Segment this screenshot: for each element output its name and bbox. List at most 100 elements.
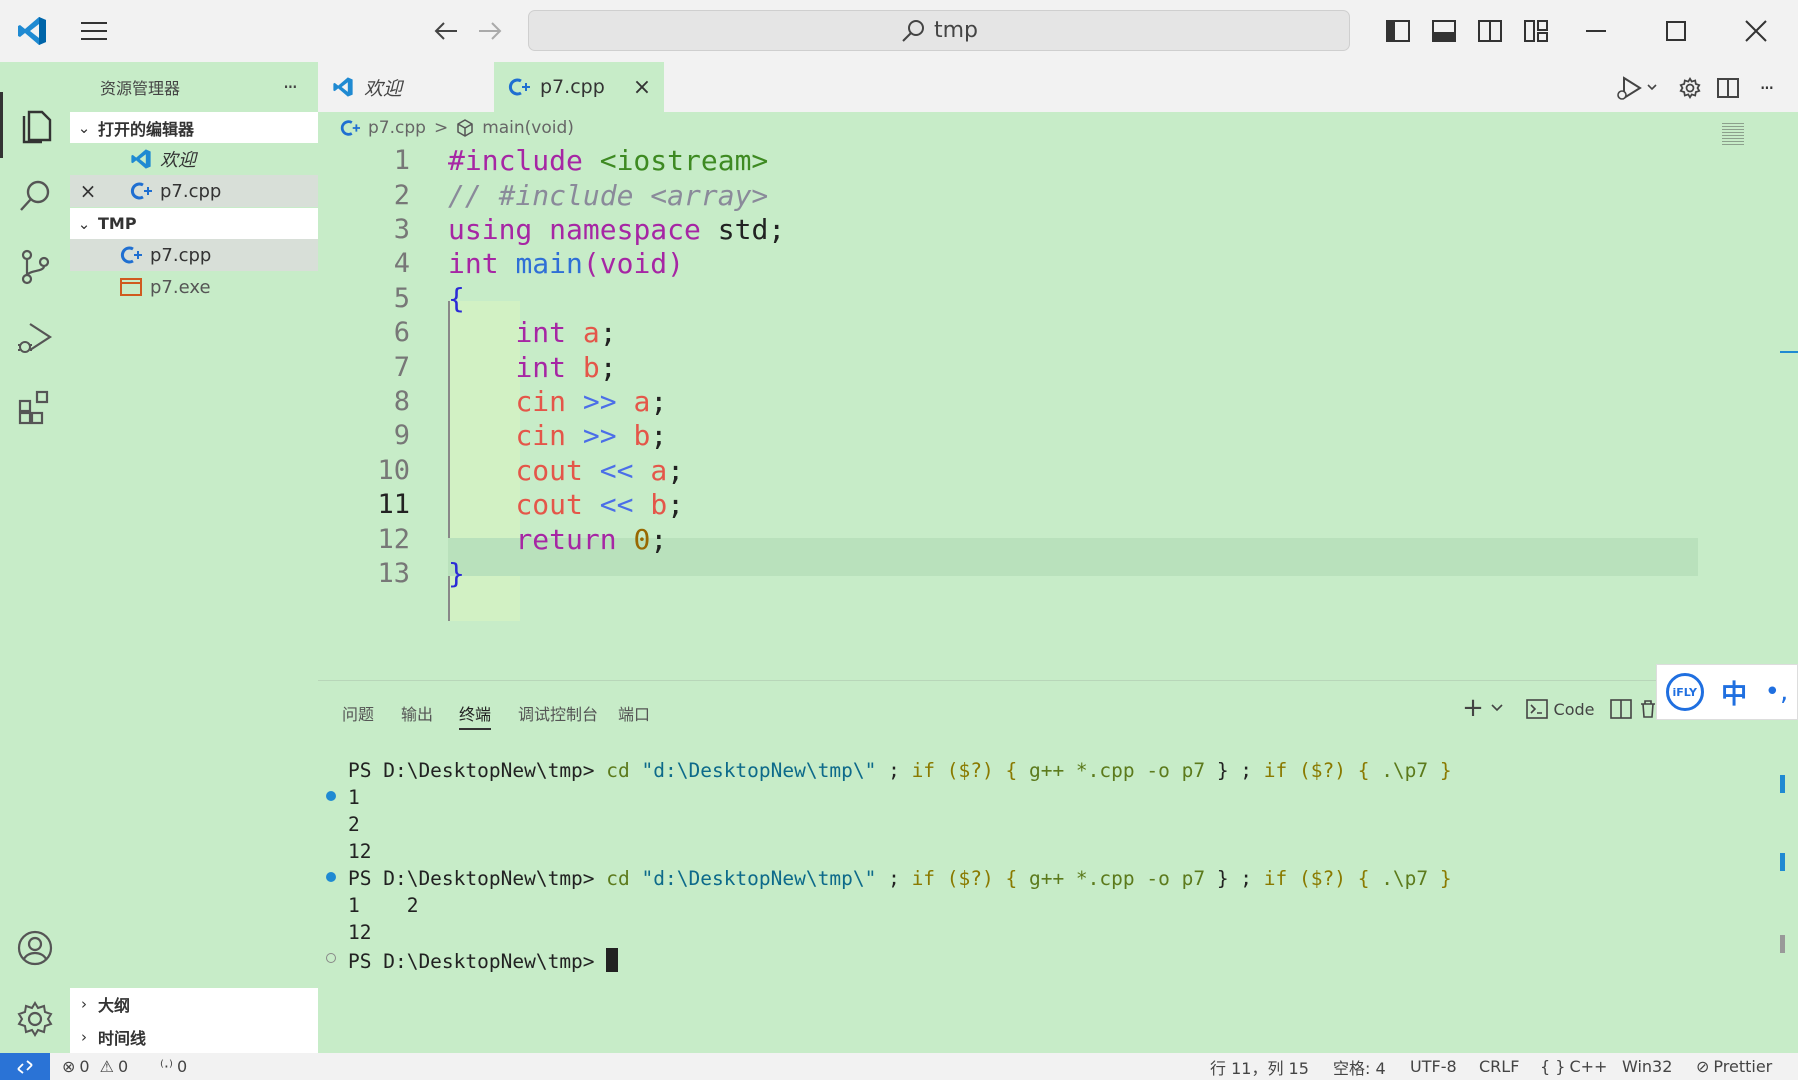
explorer-icon[interactable]	[0, 92, 70, 158]
end-of-line[interactable]: CRLF	[1479, 1053, 1519, 1080]
open-editors-header[interactable]: ⌄ 打开的编辑器	[70, 112, 318, 143]
tab-label: 欢迎	[364, 77, 403, 100]
cursor-position[interactable]: 行 11，列 15	[1210, 1053, 1309, 1080]
punctuation-icon[interactable]: •,	[1765, 677, 1789, 707]
code-text: cin >> a;	[515, 385, 668, 419]
line-number: 8	[393, 386, 410, 418]
open-editor-label: 欢迎	[160, 150, 196, 171]
error-icon: ⊗	[62, 1057, 76, 1076]
folder-tmp-header[interactable]: ⌄ TMP	[70, 208, 318, 239]
run-code-dropdown-icon[interactable]	[1614, 74, 1662, 102]
code-text: int a;	[515, 316, 617, 350]
chevron-down-icon: ⌄	[77, 118, 91, 137]
prettier-status[interactable]: ⊘ Prettier	[1696, 1053, 1772, 1080]
file-p7cpp[interactable]: p7.cpp	[70, 239, 318, 271]
panel-tab[interactable]: 调试控制台	[518, 701, 598, 725]
minimize-icon[interactable]	[1578, 16, 1614, 46]
open-editor-p7cpp[interactable]: × p7.cpp	[70, 175, 318, 207]
ime-toolbar[interactable]: iFLY 中 •,	[1656, 664, 1798, 720]
problems-status[interactable]: ⊗ 0 ⚠ 0	[62, 1053, 128, 1080]
panel-tab[interactable]: 终端	[459, 701, 492, 730]
command-decoration-icon[interactable]	[326, 791, 336, 801]
symbol-method-icon	[457, 119, 473, 137]
code-text: return 0;	[515, 522, 668, 556]
terminal-output: 12	[348, 840, 372, 863]
line-number: 6	[393, 317, 410, 349]
back-arrow-icon[interactable]	[428, 16, 464, 46]
plus-icon: +	[1462, 693, 1484, 723]
split-terminal-icon[interactable]	[1606, 695, 1636, 723]
terminal-prompt-line[interactable]: PS D:\DesktopNew\tmp>	[348, 948, 619, 973]
tab-welcome[interactable]: 欢迎	[332, 62, 492, 112]
code-text: cout << b;	[515, 488, 685, 522]
command-decoration-icon[interactable]	[326, 872, 336, 882]
extensions-icon[interactable]	[0, 374, 70, 440]
chevron-right-icon: ›	[81, 1027, 87, 1046]
close-tab-icon[interactable]: ×	[633, 75, 651, 100]
terminal-scroll-marker	[1780, 935, 1785, 953]
search-icon[interactable]	[0, 163, 70, 229]
customize-layout-icon[interactable]	[1520, 16, 1552, 46]
cpp-file-icon	[120, 246, 142, 264]
cpp-file-icon	[340, 120, 360, 136]
breadcrumb-file[interactable]: p7.cpp	[368, 118, 426, 138]
forward-arrow-icon[interactable]	[472, 16, 508, 46]
ports-status[interactable]: ⁽·⁾ 0	[160, 1053, 187, 1080]
line-number: 2	[393, 179, 410, 211]
minimap[interactable]	[1708, 123, 1798, 683]
panel-tab[interactable]: 问题	[342, 701, 374, 725]
platform[interactable]: Win32	[1622, 1053, 1672, 1080]
terminal-line: PS D:\DesktopNew\tmp> cd "d:\DesktopNew\…	[348, 759, 1452, 782]
chevron-down-icon	[1491, 704, 1503, 712]
command-decoration-icon[interactable]	[326, 953, 336, 963]
toggle-panel-icon[interactable]	[1428, 16, 1460, 46]
breadcrumb-symbol[interactable]: main(void)	[482, 118, 574, 138]
command-center-search[interactable]: tmp	[528, 10, 1350, 51]
code-line[interactable]: 13}	[318, 554, 1698, 594]
panel-tab[interactable]: 输出	[401, 701, 433, 725]
code-editor[interactable]: 1 #include <iostream> 2 // #include <array>…	[318, 123, 1798, 683]
bottom-panel: 问题 输出 终端 调试控制台 端口 + Code PS D:\DesktopNew\tm…	[318, 680, 1798, 1053]
new-terminal-dropdown[interactable]: +	[1458, 693, 1508, 723]
kill-terminal-icon[interactable]	[1638, 695, 1658, 723]
timeline-header[interactable]: › 时间线	[70, 1020, 318, 1053]
run-and-debug-icon[interactable]	[0, 304, 70, 370]
more-actions-icon[interactable]: ···	[1750, 74, 1782, 102]
outline-header[interactable]: › 大纲	[70, 988, 318, 1020]
accounts-icon[interactable]	[0, 915, 70, 981]
remote-indicator-icon[interactable]	[0, 1053, 50, 1080]
panel-tab[interactable]: 端口	[618, 701, 650, 725]
ime-mode[interactable]: 中	[1721, 674, 1747, 711]
file-p7exe[interactable]: p7.exe	[70, 271, 318, 303]
encoding[interactable]: UTF-8	[1410, 1053, 1457, 1080]
more-actions-icon[interactable]: ···	[283, 75, 298, 99]
close-icon[interactable]: ×	[70, 179, 106, 203]
toggle-primary-sidebar-icon[interactable]	[1382, 16, 1414, 46]
open-editor-welcome[interactable]: 欢迎	[70, 143, 318, 175]
line-number: 11	[377, 489, 410, 521]
folder-title: TMP	[98, 214, 137, 233]
maximize-icon[interactable]	[1658, 16, 1694, 46]
line-number: 4	[393, 248, 410, 280]
braces-icon: { }	[1540, 1057, 1566, 1076]
split-editor-icon[interactable]	[1712, 74, 1744, 102]
indentation[interactable]: 空格: 4	[1333, 1053, 1386, 1080]
line-number: 3	[393, 214, 410, 246]
manage-gear-icon[interactable]	[0, 986, 70, 1052]
editor-tab-bar: 欢迎 p7.cpp × ···	[318, 62, 1798, 112]
terminal-output: 1	[348, 786, 360, 809]
outline-title: 大纲	[98, 996, 131, 1015]
toggle-secondary-sidebar-icon[interactable]	[1474, 16, 1506, 46]
source-control-icon[interactable]	[0, 234, 70, 300]
line-number: 12	[377, 523, 410, 555]
language-mode[interactable]: { } C++	[1540, 1053, 1607, 1080]
menu-icon[interactable]	[78, 16, 110, 46]
search-text: tmp	[933, 18, 979, 43]
broadcast-icon: ⁽·⁾	[160, 1057, 173, 1076]
code-text: using namespace std;	[448, 213, 786, 247]
tab-p7cpp[interactable]: p7.cpp ×	[494, 62, 664, 112]
settings-gear-icon[interactable]	[1674, 74, 1706, 102]
close-window-icon[interactable]	[1738, 16, 1774, 46]
terminal-profile[interactable]: Code	[1520, 695, 1600, 723]
tab-label: p7.cpp	[540, 76, 605, 98]
